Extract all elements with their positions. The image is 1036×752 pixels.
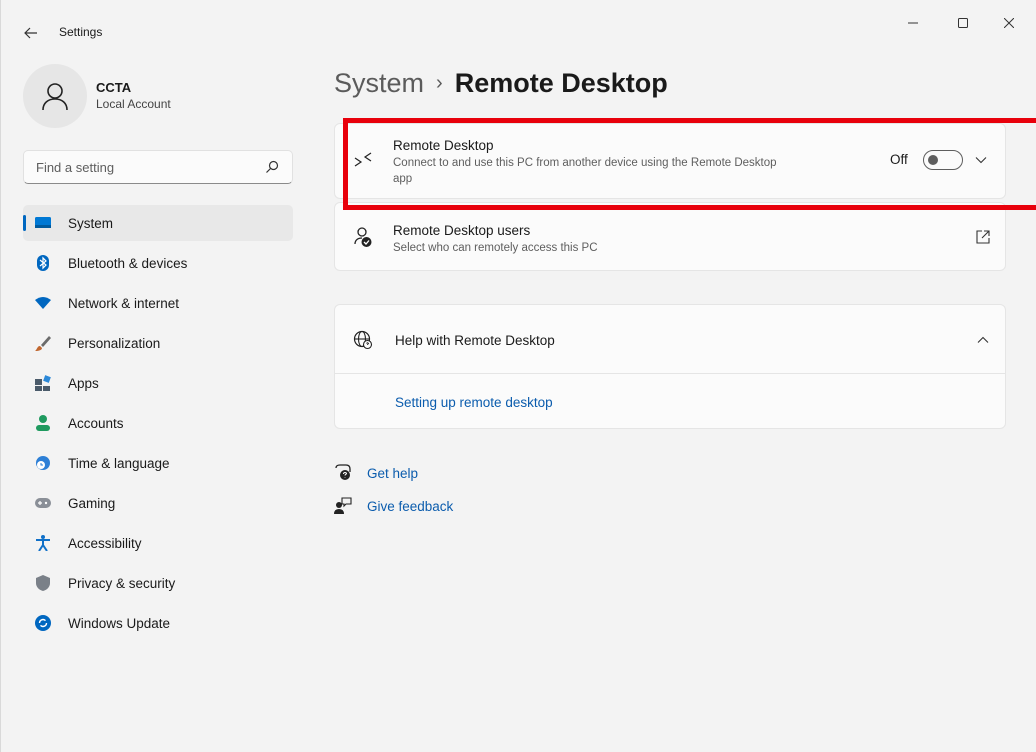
sidebar-item-label: Privacy & security — [68, 576, 176, 591]
apps-icon — [35, 375, 51, 391]
get-help-label: Get help — [367, 465, 419, 481]
breadcrumb-parent[interactable]: System — [334, 68, 424, 98]
sidebar-item-accessibility[interactable]: Accessibility — [23, 525, 293, 561]
sidebar-item-windows-update[interactable]: Windows Update — [23, 605, 293, 641]
sidebar-item-label: Bluetooth & devices — [68, 256, 188, 271]
setting-up-remote-desktop-link[interactable]: Setting up remote desktop — [395, 395, 553, 410]
breadcrumb-separator: › — [436, 72, 443, 94]
person-icon — [35, 415, 51, 431]
maximize-icon — [958, 18, 968, 28]
gamepad-icon — [35, 495, 51, 511]
users-check-icon — [353, 227, 373, 247]
expand-chevron-down-icon[interactable] — [973, 152, 989, 168]
wifi-icon — [35, 295, 51, 311]
app-title: Settings — [59, 25, 103, 39]
minimize-button[interactable] — [891, 10, 935, 36]
update-icon — [35, 615, 51, 631]
sidebar-item-system[interactable]: System — [23, 205, 293, 241]
remote-users-description: Select who can remotely access this PC — [393, 242, 598, 254]
close-button[interactable] — [987, 10, 1031, 36]
open-external-icon[interactable] — [975, 229, 991, 245]
give-feedback-label: Give feedback — [367, 498, 454, 514]
remote-desktop-toggle[interactable] — [923, 150, 963, 170]
page-title: Remote Desktop — [454, 68, 668, 98]
accessibility-icon — [35, 535, 51, 551]
help-header[interactable]: Help with Remote Desktop — [335, 305, 1005, 373]
search-icon — [266, 160, 279, 173]
sidebar-item-label: Gaming — [68, 496, 116, 511]
back-arrow-icon — [24, 27, 37, 39]
sidebar-item-label: Personalization — [68, 336, 161, 351]
sidebar-item-gaming[interactable]: Gaming — [23, 485, 293, 521]
close-icon — [1004, 18, 1014, 28]
title-bar: Settings — [1, 0, 1036, 64]
toggle-state-label: Off — [890, 152, 908, 167]
remote-desktop-card[interactable]: Remote Desktop Connect to and use this P… — [334, 123, 1006, 199]
globe-clock-icon — [35, 455, 51, 471]
remote-desktop-title: Remote Desktop — [393, 138, 494, 153]
profile-account-type: Local Account — [96, 97, 171, 111]
sidebar-item-label: Apps — [68, 376, 99, 391]
minimize-icon — [908, 22, 918, 24]
maximize-button[interactable] — [941, 10, 985, 36]
toggle-knob — [928, 155, 938, 165]
get-help-icon — [334, 464, 352, 482]
divider — [335, 373, 1005, 374]
shield-icon — [35, 575, 51, 591]
feedback-icon — [334, 497, 352, 515]
give-feedback-link[interactable]: Give feedback — [334, 495, 453, 517]
collapse-chevron-up-icon[interactable] — [975, 332, 991, 348]
bluetooth-icon — [35, 255, 51, 271]
settings-window: Settings CCTA Local Account Find a setti… — [0, 0, 1036, 752]
globe-help-icon — [353, 330, 373, 350]
sidebar-item-label: Accounts — [68, 416, 124, 431]
sidebar-item-label: Network & internet — [68, 296, 180, 311]
sidebar-item-privacy[interactable]: Privacy & security — [23, 565, 293, 601]
sidebar-item-network[interactable]: Network & internet — [23, 285, 293, 321]
search-placeholder: Find a setting — [36, 160, 115, 175]
remote-desktop-description: Connect to and use this PC from another … — [393, 157, 777, 185]
remote-desktop-icon — [353, 150, 373, 170]
sidebar-item-apps[interactable]: Apps — [23, 365, 293, 401]
sidebar-item-bluetooth[interactable]: Bluetooth & devices — [23, 245, 293, 281]
user-avatar-icon — [42, 83, 68, 111]
sidebar-item-label: Windows Update — [68, 616, 171, 631]
breadcrumb: System › Remote Desktop — [334, 68, 668, 99]
remote-desktop-users-card[interactable]: Remote Desktop users Select who can remo… — [334, 202, 1006, 271]
avatar — [23, 64, 87, 128]
sidebar-item-label: Time & language — [68, 456, 170, 471]
help-title: Help with Remote Desktop — [395, 333, 555, 348]
get-help-link[interactable]: Get help — [334, 462, 418, 484]
sidebar-item-time-language[interactable]: Time & language — [23, 445, 293, 481]
sidebar-item-label: Accessibility — [68, 536, 142, 551]
sidebar-item-label: System — [68, 216, 114, 231]
back-button[interactable] — [19, 22, 43, 44]
active-indicator — [23, 215, 26, 231]
search-input[interactable]: Find a setting — [23, 150, 293, 184]
sidebar-item-personalization[interactable]: Personalization — [23, 325, 293, 361]
system-icon — [35, 215, 51, 231]
profile-name: CCTA — [96, 80, 132, 95]
remote-users-title: Remote Desktop users — [393, 223, 531, 238]
sidebar-item-accounts[interactable]: Accounts — [23, 405, 293, 441]
user-profile[interactable]: CCTA Local Account — [23, 64, 293, 128]
sidebar-nav: System Bluetooth & devices Network & int… — [23, 205, 293, 645]
help-card: Help with Remote Desktop Setting up remo… — [334, 304, 1006, 429]
brush-icon — [35, 335, 51, 351]
